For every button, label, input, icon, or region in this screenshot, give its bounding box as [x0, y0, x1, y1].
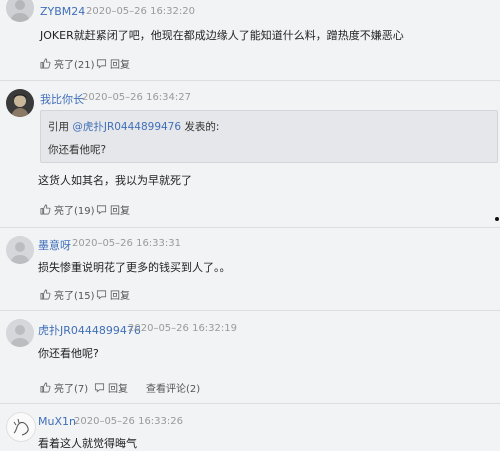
quote-suffix: 发表的: [181, 121, 220, 133]
view-comments-label: 查看评论(2) [146, 384, 201, 395]
reply-icon [96, 59, 107, 69]
comment-text: JOKER就赶紧闭了吧，他现在都成边缘人了能知道什么料，蹭热度不嫌恶心 [40, 29, 404, 42]
thumbs-up-icon [40, 58, 51, 69]
comment-username[interactable]: MuX1n [38, 415, 76, 428]
like-button[interactable]: 亮了(15) [40, 287, 95, 302]
reply-button[interactable]: 回复 [96, 56, 130, 71]
reply-icon [96, 205, 107, 215]
comment-time: 2020–05–26 16:33:31 [72, 238, 181, 249]
comment-item: 墨意呀 2020–05–26 16:33:31 损失惨重说明花了更多的钱买到人了… [0, 228, 500, 310]
comment-text: 这货人如其名，我以为早就死了 [38, 174, 192, 187]
like-button[interactable]: 亮了(7) [40, 380, 88, 395]
comment-username[interactable]: 我比你长 [40, 91, 84, 107]
reply-icon [94, 383, 105, 393]
reply-label: 回复 [110, 60, 130, 71]
thumbs-up-icon [40, 382, 51, 393]
comment-text: 你还看他呢? [38, 347, 99, 360]
comment-item: 虎扑JR0444899476 2020–05–26 16:32:19 你还看他呢… [0, 311, 500, 403]
comment-time: 2020–05–26 16:34:27 [82, 92, 191, 103]
avatar[interactable] [6, 412, 36, 442]
reply-label: 回复 [110, 291, 130, 302]
like-label: 亮了(15) [54, 291, 95, 302]
reply-button[interactable]: 回复 [94, 380, 128, 395]
like-label: 亮了(7) [54, 384, 89, 395]
view-comments-button[interactable]: 查看评论(2) [146, 380, 200, 395]
comment-time: 2020–05–26 16:32:20 [86, 6, 195, 17]
avatar[interactable] [6, 236, 34, 264]
comment-time: 2020–05–26 16:32:19 [128, 323, 237, 334]
comment-time: 2020–05–26 16:33:26 [74, 416, 183, 427]
quote-header: 引用 @虎扑JR0444899476 发表的: [48, 119, 219, 134]
avatar[interactable] [6, 89, 34, 117]
reply-icon [96, 290, 107, 300]
comment-item: MuX1n 2020–05–26 16:33:26 看着这人就觉得晦气 [0, 404, 500, 450]
comment-item: 我比你长 2020–05–26 16:34:27 引用 @虎扑JR0444899… [0, 81, 500, 227]
like-label: 亮了(21) [54, 60, 95, 71]
reply-button[interactable]: 回复 [96, 202, 130, 217]
avatar[interactable] [6, 319, 34, 347]
quote-text: 你还看他呢? [48, 144, 107, 156]
comment-text: 损失惨重说明花了更多的钱买到人了。。 [38, 261, 231, 274]
comment-username[interactable]: 墨意呀 [38, 237, 71, 253]
like-button[interactable]: 亮了(21) [40, 56, 95, 71]
avatar[interactable] [6, 0, 34, 22]
cursor-dot [495, 217, 499, 221]
thumbs-up-icon [40, 289, 51, 300]
comment-item: ZYBM24 2020–05–26 16:32:20 JOKER就赶紧闭了吧，他… [0, 0, 500, 80]
quote-box: 引用 @虎扑JR0444899476 发表的: 你还看他呢? [40, 110, 498, 163]
comment-username[interactable]: ZYBM24 [40, 5, 85, 18]
comment-text: 看着这人就觉得晦气 [38, 437, 137, 450]
quote-prefix: 引用 [48, 121, 73, 133]
reply-button[interactable]: 回复 [96, 287, 130, 302]
quote-author-link[interactable]: @虎扑JR0444899476 [72, 121, 181, 133]
like-button[interactable]: 亮了(19) [40, 202, 95, 217]
thumbs-up-icon [40, 204, 51, 215]
reply-label: 回复 [108, 384, 128, 395]
comment-username[interactable]: 虎扑JR0444899476 [38, 322, 141, 338]
like-label: 亮了(19) [54, 206, 95, 217]
reply-label: 回复 [110, 206, 130, 217]
